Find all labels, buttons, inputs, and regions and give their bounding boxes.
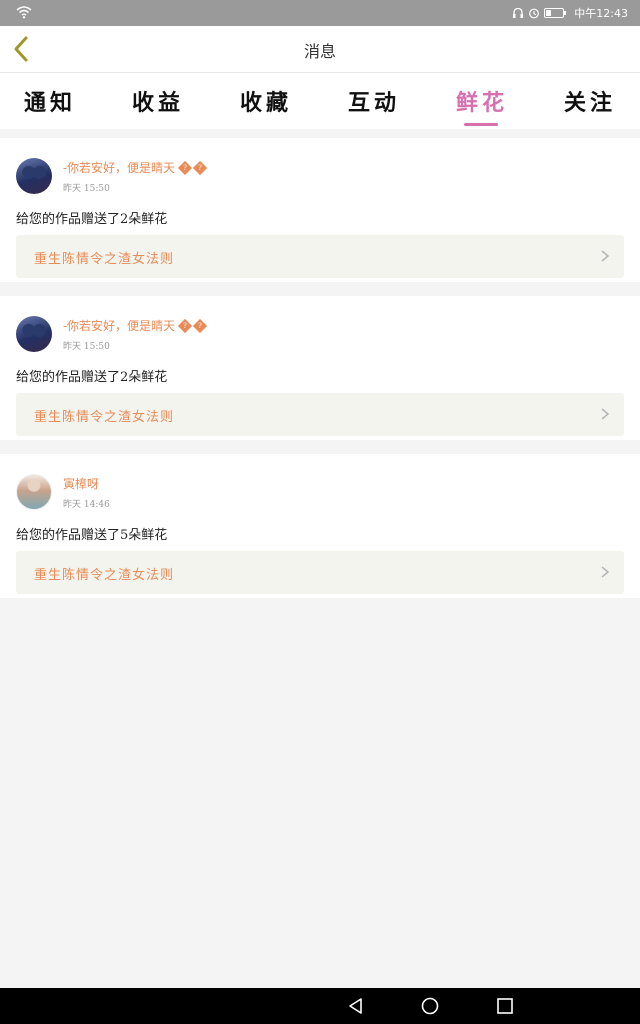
wifi-icon	[16, 6, 32, 19]
chevron-right-icon	[601, 566, 610, 578]
tab-flowers[interactable]: 鲜花	[442, 85, 522, 117]
badge-icon: ?	[192, 160, 208, 175]
work-link[interactable]: 重生陈情令之渣女法则	[16, 235, 624, 278]
system-nav-bar	[0, 988, 640, 1024]
avatar[interactable]	[16, 316, 52, 352]
status-bar: 中午12:43	[0, 0, 640, 26]
timestamp: 昨天 15:50	[63, 184, 110, 194]
timestamp: 昨天 15:50	[63, 342, 110, 352]
badge-icon: ?	[177, 160, 193, 175]
work-link[interactable]: 重生陈情令之渣女法则	[16, 551, 624, 594]
message-text: 给您的作品赠送了2朵鲜花	[16, 212, 168, 227]
avatar[interactable]	[16, 158, 52, 194]
work-title: 重生陈情令之渣女法则	[34, 410, 175, 425]
status-time: 中午12:43	[574, 7, 628, 20]
username: 寅樟呀	[63, 477, 100, 491]
work-title: 重生陈情令之渣女法则	[34, 568, 175, 583]
back-triangle-icon[interactable]	[346, 996, 366, 1016]
username-row[interactable]: -你若安好，便是晴天 ? ?	[63, 159, 208, 176]
username: -你若安好，便是晴天	[63, 161, 176, 175]
badge-icon: ?	[177, 318, 193, 333]
tab-following[interactable]: 关注	[550, 85, 630, 117]
timestamp: 昨天 14:46	[63, 500, 110, 510]
home-circle-icon[interactable]	[420, 996, 440, 1016]
message-card: 寅樟呀 昨天 14:46 给您的作品赠送了5朵鲜花 重生陈情令之渣女法则	[0, 454, 640, 598]
active-tab-indicator	[464, 123, 498, 126]
username: -你若安好，便是晴天	[63, 319, 176, 333]
badge-icon: ?	[192, 318, 208, 333]
work-link[interactable]: 重生陈情令之渣女法则	[16, 393, 624, 436]
chevron-right-icon	[601, 250, 610, 262]
header-bar: 消息	[0, 26, 640, 73]
tab-bar: 通知 收益 收藏 互动 鲜花 关注	[0, 73, 640, 129]
tab-favorites[interactable]: 收藏	[226, 85, 306, 117]
tab-interactions[interactable]: 互动	[334, 85, 414, 117]
message-text: 给您的作品赠送了5朵鲜花	[16, 528, 168, 543]
headset-icon	[513, 7, 524, 18]
battery-icon	[544, 8, 567, 18]
tab-earnings[interactable]: 收益	[118, 85, 198, 117]
page-title: 消息	[303, 42, 336, 61]
username-row[interactable]: 寅樟呀	[63, 475, 99, 492]
recents-square-icon[interactable]	[495, 996, 515, 1016]
avatar[interactable]	[16, 474, 52, 510]
work-title: 重生陈情令之渣女法则	[34, 252, 175, 267]
username-row[interactable]: -你若安好，便是晴天 ? ?	[63, 317, 208, 334]
message-text: 给您的作品赠送了2朵鲜花	[16, 370, 168, 385]
message-card: -你若安好，便是晴天 ? ? 昨天 15:50 给您的作品赠送了2朵鲜花 重生陈…	[0, 296, 640, 440]
tab-notifications[interactable]: 通知	[10, 85, 90, 117]
chevron-right-icon	[601, 408, 610, 420]
alarm-icon	[529, 8, 540, 19]
message-card: -你若安好，便是晴天 ? ? 昨天 15:50 给您的作品赠送了2朵鲜花 重生陈…	[0, 138, 640, 282]
